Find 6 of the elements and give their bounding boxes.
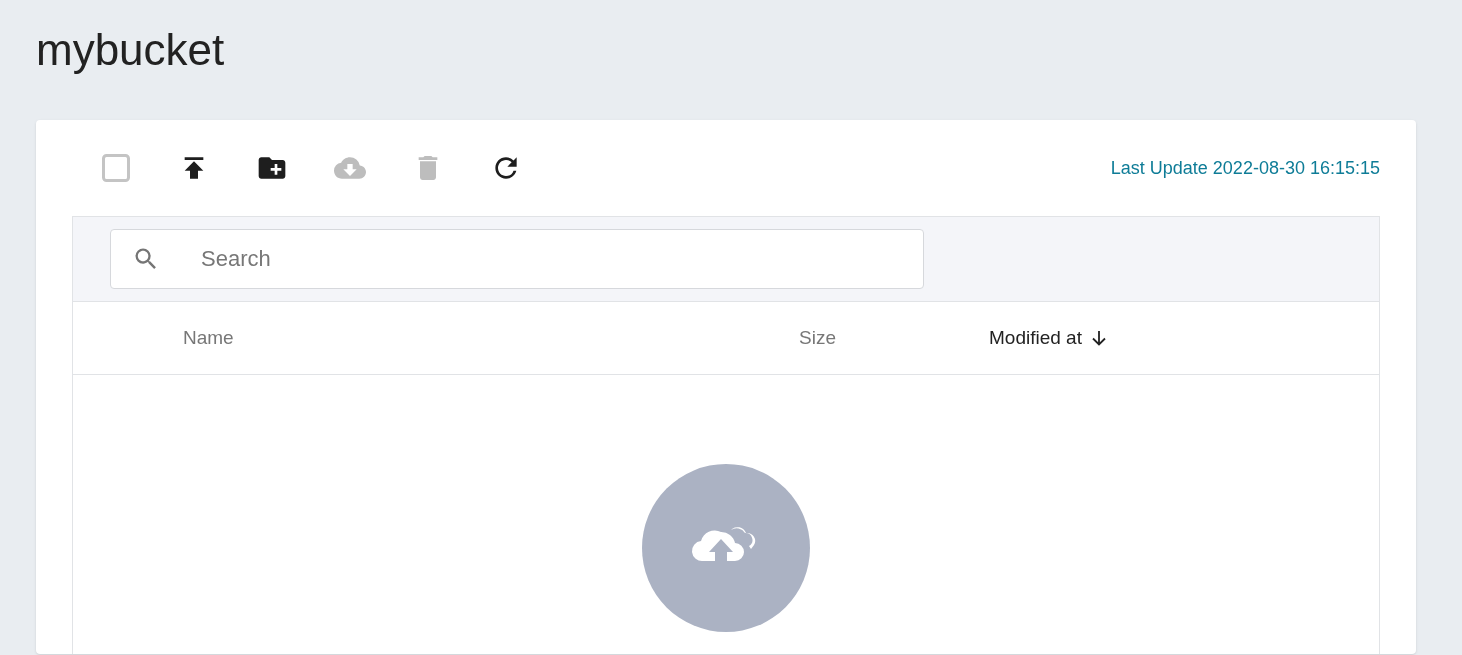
last-update-text: Last Update 2022-08-30 16:15:15 <box>1110 156 1380 180</box>
search-field[interactable]: Search <box>110 229 924 289</box>
column-header[interactable]: Size <box>799 323 836 353</box>
column-header[interactable]: Modified at <box>989 323 1082 353</box>
column-header[interactable]: Name <box>183 323 234 353</box>
page-title: mybucket <box>36 24 225 76</box>
